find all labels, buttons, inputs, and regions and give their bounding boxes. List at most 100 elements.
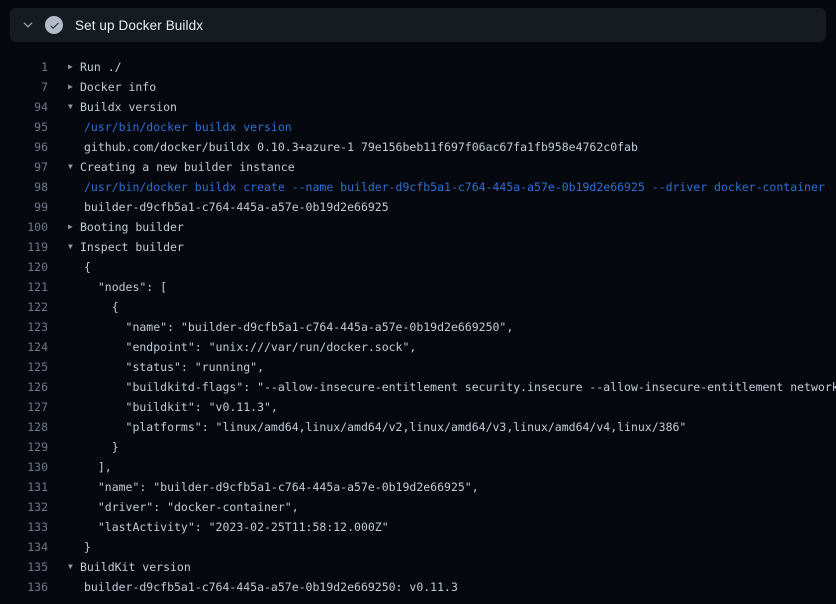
log-line: 120 { [0,257,836,277]
log-text: "buildkit": "v0.11.3", [84,397,278,417]
log-line: 98 /usr/bin/docker buildx create --name … [0,177,836,197]
log-line[interactable]: 119 ▼ Inspect builder [0,237,836,257]
line-number[interactable]: 119 [0,237,48,257]
line-number[interactable]: 125 [0,357,48,377]
group-toggle-icon [68,437,84,457]
log-text: "lastActivity": "2023-02-25T11:58:12.000… [84,517,389,537]
line-number[interactable]: 122 [0,297,48,317]
log-line[interactable]: 97 ▼ Creating a new builder instance [0,157,836,177]
log-text: "status": "running", [84,357,264,377]
line-number[interactable]: 7 [0,77,48,97]
triangle-down-icon[interactable]: ▼ [68,97,80,117]
line-number[interactable]: 97 [0,157,48,177]
group-toggle-icon [68,377,84,397]
group-toggle-icon [68,137,84,157]
line-number[interactable]: 134 [0,537,48,557]
log-text: } [84,437,119,457]
log-line: 134 } [0,537,836,557]
line-number[interactable]: 121 [0,277,48,297]
group-toggle-icon [68,457,84,477]
success-check-icon [45,16,63,34]
line-number[interactable]: 100 [0,217,48,237]
triangle-down-icon[interactable]: ▼ [68,157,80,177]
group-toggle-icon [68,577,84,597]
line-number[interactable]: 1 [0,57,48,77]
triangle-right-icon[interactable]: ▶ [68,217,80,237]
group-toggle-icon [68,397,84,417]
triangle-right-icon[interactable]: ▶ [68,77,80,97]
line-number[interactable]: 98 [0,177,48,197]
line-number[interactable]: 135 [0,557,48,577]
line-number[interactable]: 130 [0,457,48,477]
log-text: "endpoint": "unix:///var/run/docker.sock… [84,337,416,357]
group-toggle-icon [68,337,84,357]
line-number[interactable]: 123 [0,317,48,337]
log-text: "platforms": "linux/amd64,linux/amd64/v2… [84,417,686,437]
triangle-down-icon[interactable]: ▼ [68,557,80,577]
log-line[interactable]: 135 ▼ BuildKit version [0,557,836,577]
line-number[interactable]: 129 [0,437,48,457]
group-toggle-icon [68,477,84,497]
group-toggle-icon [68,537,84,557]
log-text: ], [84,457,112,477]
group-toggle-icon [68,357,84,377]
log-line: 121 "nodes": [ [0,277,836,297]
line-number[interactable]: 136 [0,577,48,597]
log-text: github.com/docker/buildx 0.10.3+azure-1 … [84,137,638,157]
log-text: { [84,297,119,317]
log-text: Run ./ [80,57,122,77]
line-number[interactable]: 99 [0,197,48,217]
step-header[interactable]: Set up Docker Buildx [10,8,826,42]
log-line[interactable]: 7 ▶ Docker info [0,77,836,97]
log-line: 99 builder-d9cfb5a1-c764-445a-a57e-0b19d… [0,197,836,217]
line-number[interactable]: 95 [0,117,48,137]
log-line: 95 /usr/bin/docker buildx version [0,117,836,137]
triangle-down-icon[interactable]: ▼ [68,237,80,257]
chevron-down-icon[interactable] [20,17,36,33]
line-number[interactable]: 133 [0,517,48,537]
log-text: Inspect builder [80,237,184,257]
line-number[interactable]: 126 [0,377,48,397]
log-text: "buildkitd-flags": "--allow-insecure-ent… [84,377,836,397]
log-line: 133 "lastActivity": "2023-02-25T11:58:12… [0,517,836,537]
log-text: "name": "builder-d9cfb5a1-c764-445a-a57e… [84,477,479,497]
group-toggle-icon [68,177,84,197]
log-text: "driver": "docker-container", [84,497,299,517]
log-line: 136 builder-d9cfb5a1-c764-445a-a57e-0b19… [0,577,836,597]
group-toggle-icon [68,257,84,277]
group-toggle-icon [68,517,84,537]
line-number[interactable]: 131 [0,477,48,497]
actions-log-page: Set up Docker Buildx 1 ▶ Run ./ 7 ▶ Dock… [0,0,836,604]
log-text: builder-d9cfb5a1-c764-445a-a57e-0b19d2e6… [84,577,458,597]
log-line: 123 "name": "builder-d9cfb5a1-c764-445a-… [0,317,836,337]
log-text: /usr/bin/docker buildx version [84,117,292,137]
log-line: 131 "name": "builder-d9cfb5a1-c764-445a-… [0,477,836,497]
triangle-right-icon[interactable]: ▶ [68,57,80,77]
line-number[interactable]: 124 [0,337,48,357]
log-text: BuildKit version [80,557,191,577]
group-toggle-icon [68,197,84,217]
group-toggle-icon [68,297,84,317]
line-number[interactable]: 94 [0,97,48,117]
group-toggle-icon [68,417,84,437]
line-number[interactable]: 96 [0,137,48,157]
log-text: } [84,537,91,557]
line-number[interactable]: 127 [0,397,48,417]
log-line[interactable]: 100 ▶ Booting builder [0,217,836,237]
log-line: 132 "driver": "docker-container", [0,497,836,517]
log-text: Booting builder [80,217,184,237]
line-number[interactable]: 120 [0,257,48,277]
log-line[interactable]: 1 ▶ Run ./ [0,57,836,77]
log-line: 122 { [0,297,836,317]
log-line[interactable]: 94 ▼ Buildx version [0,97,836,117]
line-number[interactable]: 132 [0,497,48,517]
log-text: "name": "builder-d9cfb5a1-c764-445a-a57e… [84,317,513,337]
step-title: Set up Docker Buildx [75,18,203,33]
log-text: Docker info [80,77,156,97]
log-line: 127 "buildkit": "v0.11.3", [0,397,836,417]
line-number[interactable]: 128 [0,417,48,437]
log-text: Creating a new builder instance [80,157,295,177]
log-line: 124 "endpoint": "unix:///var/run/docker.… [0,337,836,357]
group-toggle-icon [68,117,84,137]
log-line: 96 github.com/docker/buildx 0.10.3+azure… [0,137,836,157]
